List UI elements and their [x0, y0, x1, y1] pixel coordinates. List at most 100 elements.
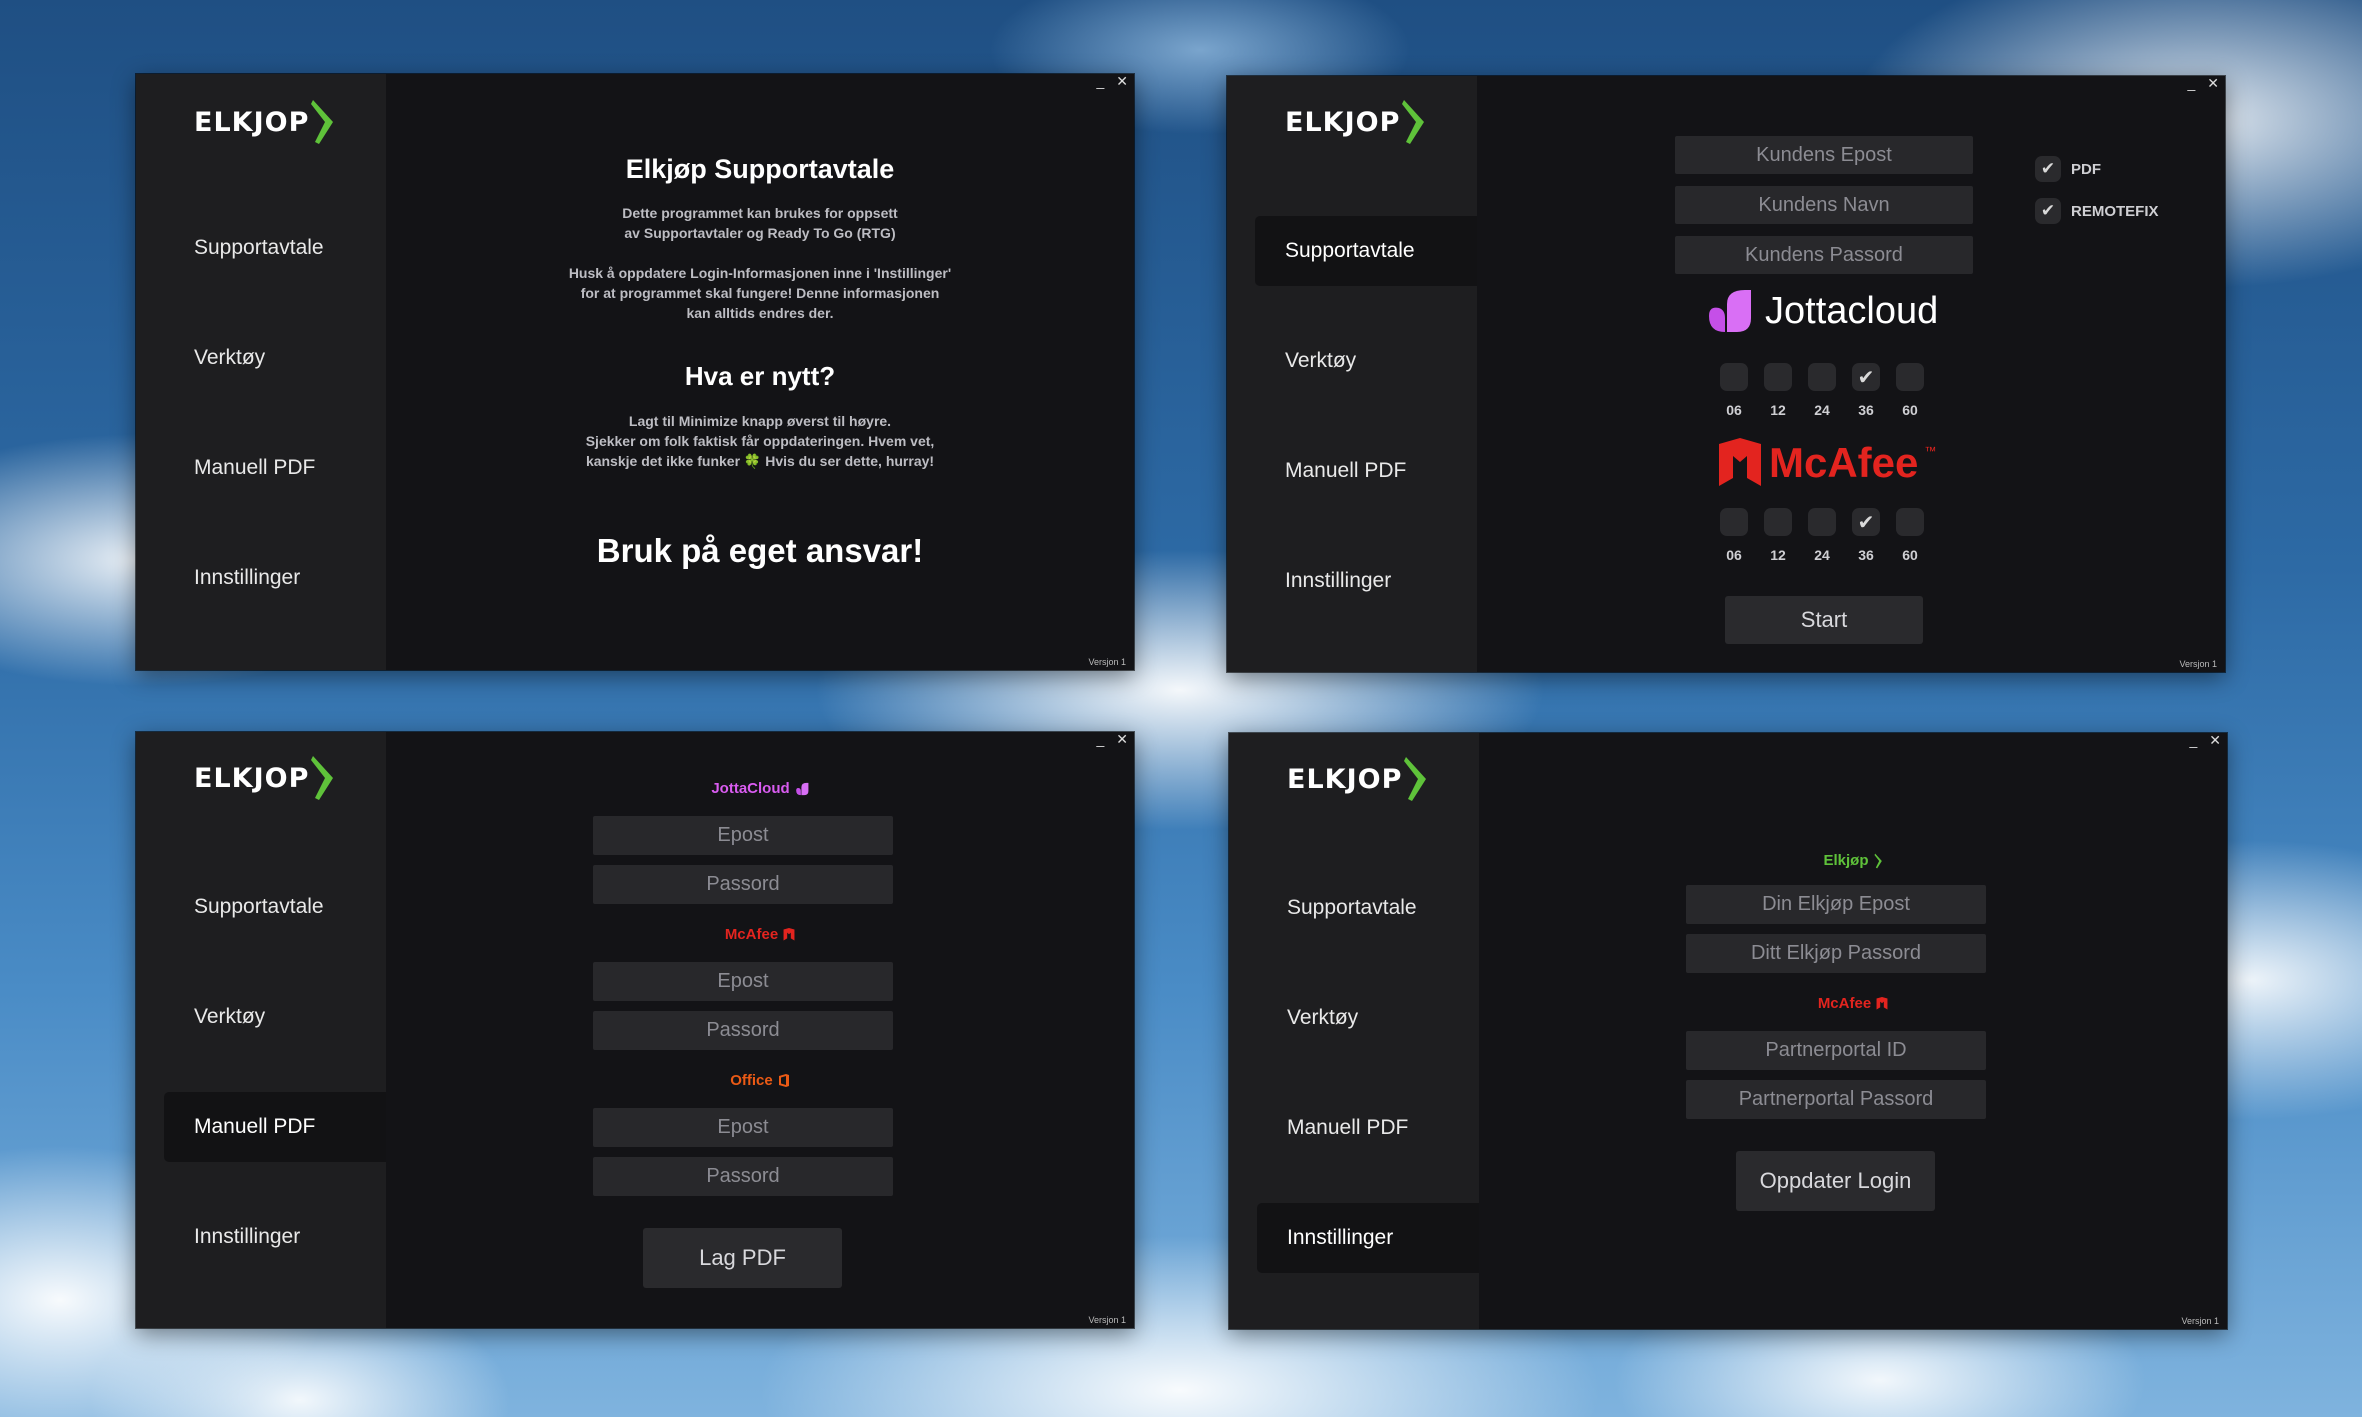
sidebar: ELKJOP Supportavtale Verktøy Manuell PDF…	[1227, 76, 1477, 672]
sidebar-item-verktoy[interactable]: Verktøy	[136, 323, 386, 393]
remotefix-option[interactable]: ✔ REMOTEFIX	[2035, 198, 2159, 224]
mcafee-months-36-checkbox[interactable]: ✔	[1852, 508, 1880, 536]
app-window-home: ELKJOP Supportavtale Verktøy Manuell PDF…	[136, 74, 1134, 670]
update-login-button[interactable]: Oppdater Login	[1736, 1151, 1935, 1211]
mcafee-months-06-checkbox[interactable]	[1720, 508, 1748, 536]
customer-name-input[interactable]: Kundens Navn	[1675, 186, 1973, 224]
close-button[interactable]: ✕	[1116, 732, 1128, 746]
elkjop-section-title: Elkjøp	[1479, 852, 2227, 869]
jottacloud-leaf-icon	[795, 782, 809, 795]
customer-password-input[interactable]: Kundens Passord	[1675, 236, 1973, 274]
chevron-logo-icon	[311, 756, 334, 800]
office-password-input[interactable]: Passord	[593, 1157, 893, 1196]
partner-id-input[interactable]: Partnerportal ID	[1686, 1031, 1986, 1070]
main-content: _ ✕ Elkjøp Din Elkjøp Epost Ditt Elkjøp …	[1479, 733, 2227, 1329]
chevron-logo-icon	[1874, 853, 1882, 868]
office-section-label: Office	[730, 1072, 773, 1089]
check-icon: ✔	[1857, 366, 1875, 389]
jotta-months-label: 60	[1902, 402, 1918, 418]
note-text-2: for at programmet skal fungere! Denne in…	[580, 285, 940, 301]
logo-text: ELKJOP	[194, 762, 310, 794]
sidebar-item-innstillinger[interactable]: Innstillinger	[136, 543, 386, 613]
sidebar-item-supportavtale[interactable]: Supportavtale	[136, 872, 386, 942]
check-icon: ✔	[1857, 511, 1875, 534]
chevron-logo-icon	[311, 100, 334, 144]
news-text-1: Lagt til Minimize knapp øverst til høyre…	[628, 413, 892, 429]
jotta-months-60-checkbox[interactable]	[1896, 363, 1924, 391]
close-button[interactable]: ✕	[2207, 76, 2219, 90]
jotta-months-24-checkbox[interactable]	[1808, 363, 1836, 391]
jottacloud-leaf-icon	[1709, 290, 1751, 332]
mcafee-months-12-checkbox[interactable]	[1764, 508, 1792, 536]
jotta-months-label: 12	[1770, 402, 1786, 418]
sidebar-item-label: Verktøy	[1287, 1006, 1359, 1029]
jottacloud-section-label: JottaCloud	[711, 780, 790, 797]
sidebar-item-verktoy[interactable]: Verktøy	[136, 982, 386, 1052]
version-label: Versjon 1	[1088, 1315, 1126, 1325]
jotta-months-label: 36	[1858, 402, 1874, 418]
sidebar-item-verktoy[interactable]: Verktøy	[1229, 983, 1479, 1053]
window-controls: _ ✕	[2189, 733, 2221, 747]
warning-text: Bruk på eget ansvar!	[596, 532, 924, 569]
mcafee-shield-icon	[1876, 997, 1888, 1010]
mcafee-months-60-checkbox[interactable]	[1896, 508, 1924, 536]
create-pdf-button[interactable]: Lag PDF	[643, 1228, 842, 1288]
elkjop-email-input[interactable]: Din Elkjøp Epost	[1686, 885, 1986, 924]
sidebar-item-manuell-pdf[interactable]: Manuell PDF	[1227, 436, 1477, 506]
customer-email-input[interactable]: Kundens Epost	[1675, 136, 1973, 174]
jotta-months-12-checkbox[interactable]	[1764, 363, 1792, 391]
sidebar-item-supportavtale[interactable]: Supportavtale	[1229, 873, 1479, 943]
partner-password-input[interactable]: Partnerportal Passord	[1686, 1080, 1986, 1119]
jotta-months-36-checkbox[interactable]: ✔	[1852, 363, 1880, 391]
sidebar-item-manuell-pdf[interactable]: Manuell PDF	[164, 1092, 386, 1162]
app-window-supportavtale: ELKJOP Supportavtale Verktøy Manuell PDF…	[1227, 76, 2225, 672]
sidebar-item-label: Innstillinger	[1287, 1226, 1394, 1249]
sidebar-item-label: Manuell PDF	[194, 456, 316, 479]
jotta-password-input[interactable]: Passord	[593, 865, 893, 904]
logo-text: ELKJOP	[1287, 763, 1403, 795]
pdf-option-label: PDF	[2071, 160, 2101, 178]
window-controls: _ ✕	[1096, 732, 1128, 746]
sidebar-item-innstillinger[interactable]: Innstillinger	[1227, 546, 1477, 616]
logo-text: ELKJOP	[194, 106, 310, 138]
sidebar-item-innstillinger[interactable]: Innstillinger	[136, 1202, 386, 1272]
mcafee-section-label: McAfee	[724, 926, 779, 943]
mcafee-months-label: 60	[1902, 547, 1918, 563]
app-window-manuell-pdf: ELKJOP Supportavtale Verktøy Manuell PDF…	[136, 732, 1134, 1328]
window-controls: _ ✕	[1096, 74, 1128, 88]
office-email-input[interactable]: Epost	[593, 1108, 893, 1147]
pdf-option[interactable]: ✔ PDF	[2035, 156, 2101, 182]
minimize-button[interactable]: _	[2187, 76, 2195, 90]
version-label: Versjon 1	[2179, 659, 2217, 669]
note-text-1: Husk å oppdatere Login-Informasjonen inn…	[568, 265, 952, 281]
mcafee-section-label: McAfee	[1817, 995, 1872, 1012]
main-content: _ ✕ JottaCloud Epost Passord McAfee Epos…	[386, 732, 1134, 1328]
sidebar-item-manuell-pdf[interactable]: Manuell PDF	[1229, 1093, 1479, 1163]
sidebar-item-supportavtale[interactable]: Supportavtale	[1255, 216, 1477, 286]
sidebar-item-supportavtale[interactable]: Supportavtale	[136, 213, 386, 283]
mcafee-months-label: 24	[1814, 547, 1830, 563]
minimize-button[interactable]: _	[1096, 732, 1104, 746]
main-content: _ ✕ Elkjøp Supportavtale Dette programme…	[386, 74, 1134, 670]
sidebar-item-verktoy[interactable]: Verktøy	[1227, 326, 1477, 396]
chevron-logo-icon	[1402, 100, 1425, 144]
close-button[interactable]: ✕	[2209, 733, 2221, 747]
news-text-2: Sjekker om folk faktisk får oppdateringe…	[585, 433, 935, 449]
sidebar-item-label: Manuell PDF	[1287, 1116, 1409, 1139]
mcafee-password-input[interactable]: Passord	[593, 1011, 893, 1050]
mcafee-email-input[interactable]: Epost	[593, 962, 893, 1001]
sidebar-item-innstillinger[interactable]: Innstillinger	[1257, 1203, 1479, 1273]
mcafee-months-label: 06	[1726, 547, 1742, 563]
sidebar-item-manuell-pdf[interactable]: Manuell PDF	[136, 433, 386, 503]
jotta-months-label: 24	[1814, 402, 1830, 418]
mcafee-months-24-checkbox[interactable]	[1808, 508, 1836, 536]
check-icon: ✔	[2035, 198, 2061, 224]
mcafee-shield-icon	[1719, 438, 1761, 486]
jotta-months-06-checkbox[interactable]	[1720, 363, 1748, 391]
close-button[interactable]: ✕	[1116, 74, 1128, 88]
minimize-button[interactable]: _	[1096, 74, 1104, 88]
minimize-button[interactable]: _	[2189, 733, 2197, 747]
elkjop-password-input[interactable]: Ditt Elkjøp Passord	[1686, 934, 1986, 973]
start-button[interactable]: Start	[1725, 596, 1923, 644]
jotta-email-input[interactable]: Epost	[593, 816, 893, 855]
